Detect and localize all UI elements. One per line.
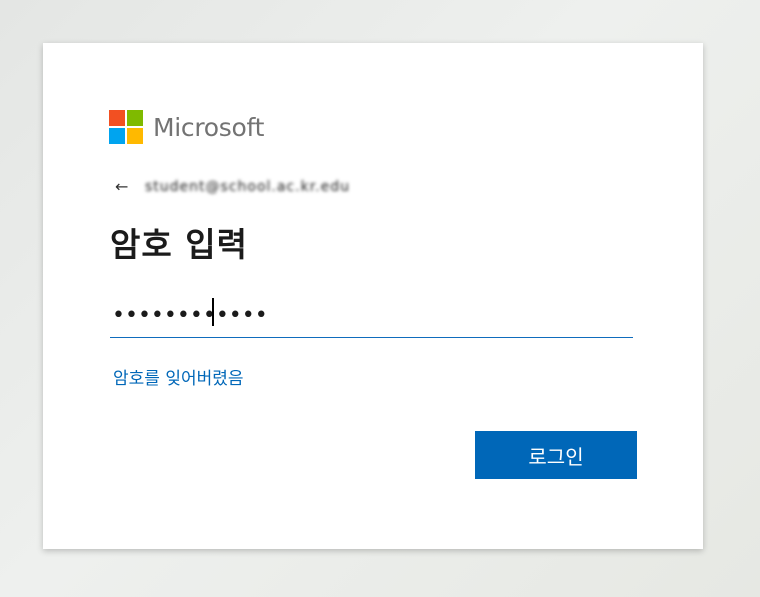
password-field[interactable]	[110, 293, 633, 338]
microsoft-logo-icon	[109, 109, 144, 145]
logo-text: Microsoft	[153, 112, 265, 142]
text-caret	[212, 298, 214, 326]
logo-square-red	[109, 109, 125, 126]
identity-email: student@school.ac.kr.edu	[145, 179, 350, 195]
logo-square-yellow	[127, 127, 143, 144]
logo-square-green	[127, 109, 143, 126]
page-title: 암호 입력	[110, 225, 248, 264]
password-input[interactable]	[110, 293, 633, 337]
microsoft-logo: Microsoft	[109, 109, 264, 145]
logo-square-blue	[109, 127, 125, 144]
identity-banner: ← student@school.ac.kr.edu	[115, 176, 415, 198]
forgot-password-link[interactable]: 암호를 잊어버렸음	[113, 364, 244, 389]
sign-in-card: Microsoft ← student@school.ac.kr.edu 암호 …	[43, 43, 703, 549]
sign-in-button[interactable]: 로그인	[475, 431, 637, 479]
back-arrow-icon[interactable]: ←	[115, 177, 139, 197]
